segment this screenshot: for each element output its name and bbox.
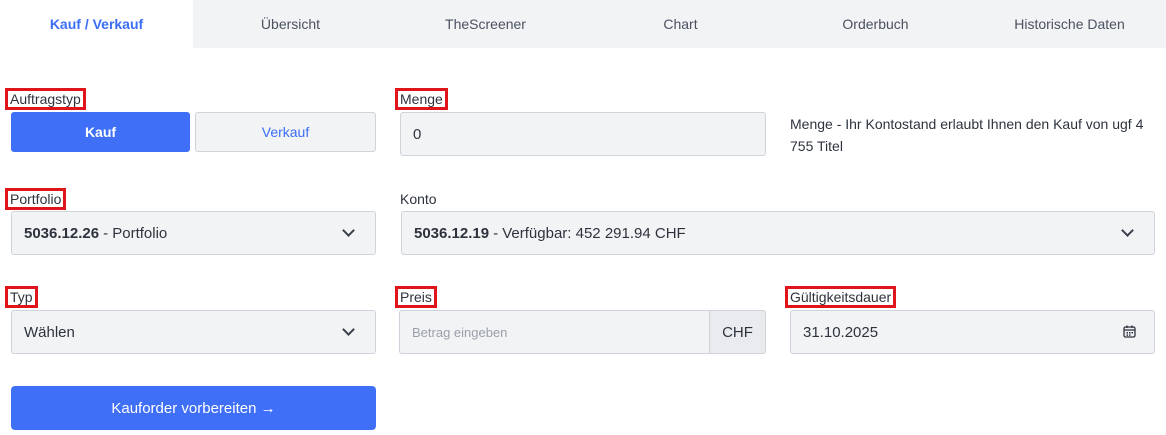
- type-label: Typ: [5, 286, 38, 308]
- chevron-down-icon: [1121, 224, 1134, 237]
- validity-value: 31.10.2025: [803, 323, 879, 341]
- price-label: Preis: [395, 286, 437, 308]
- tab-historische-daten[interactable]: Historische Daten: [973, 0, 1166, 48]
- type-select[interactable]: Wählen: [11, 310, 376, 354]
- chevron-down-icon: [342, 323, 355, 336]
- account-number: 5036.12.19: [414, 224, 490, 242]
- account-details: - Verfügbar: 452 291.94 CHF: [493, 224, 686, 242]
- portfolio-number: 5036.12.26: [24, 224, 100, 242]
- account-select[interactable]: 5036.12.19 - Verfügbar: 452 291.94 CHF: [401, 211, 1155, 255]
- account-label: Konto: [400, 191, 437, 207]
- price-currency: CHF: [710, 310, 766, 354]
- quantity-label: Menge: [395, 88, 448, 110]
- quantity-info: Menge - Ihr Kontostand erlaubt Ihnen den…: [790, 116, 1144, 154]
- price-placeholder: Betrag eingeben: [412, 324, 508, 340]
- price-input[interactable]: Betrag eingeben: [399, 310, 710, 354]
- sell-button[interactable]: Verkauf: [195, 112, 376, 152]
- tab-bar: Kauf / Verkauf Übersicht TheScreener Cha…: [0, 0, 1166, 48]
- validity-date-input[interactable]: 31.10.2025: [790, 310, 1155, 354]
- calendar-icon[interactable]: [1123, 325, 1136, 338]
- tab-chart[interactable]: Chart: [583, 0, 778, 48]
- tab-kauf-verkauf[interactable]: Kauf / Verkauf: [0, 0, 193, 48]
- chevron-down-icon: [342, 224, 355, 237]
- order-type-label: Auftragstyp: [5, 88, 86, 110]
- portfolio-label: Portfolio: [4, 188, 67, 210]
- validity-label: Gültigkeitsdauer: [784, 286, 897, 308]
- tab-thescreener[interactable]: TheScreener: [388, 0, 583, 48]
- quantity-value: 0: [413, 125, 422, 143]
- portfolio-name: - Portfolio: [103, 224, 168, 242]
- type-value: Wählen: [24, 323, 75, 341]
- tab-orderbuch[interactable]: Orderbuch: [778, 0, 973, 48]
- prepare-buy-order-button[interactable]: Kauforder vorbereiten →: [11, 386, 376, 430]
- quantity-input[interactable]: 0: [400, 112, 766, 156]
- tab-uebersicht[interactable]: Übersicht: [193, 0, 388, 48]
- buy-button[interactable]: Kauf: [11, 112, 190, 152]
- portfolio-select[interactable]: 5036.12.26 - Portfolio: [11, 211, 376, 255]
